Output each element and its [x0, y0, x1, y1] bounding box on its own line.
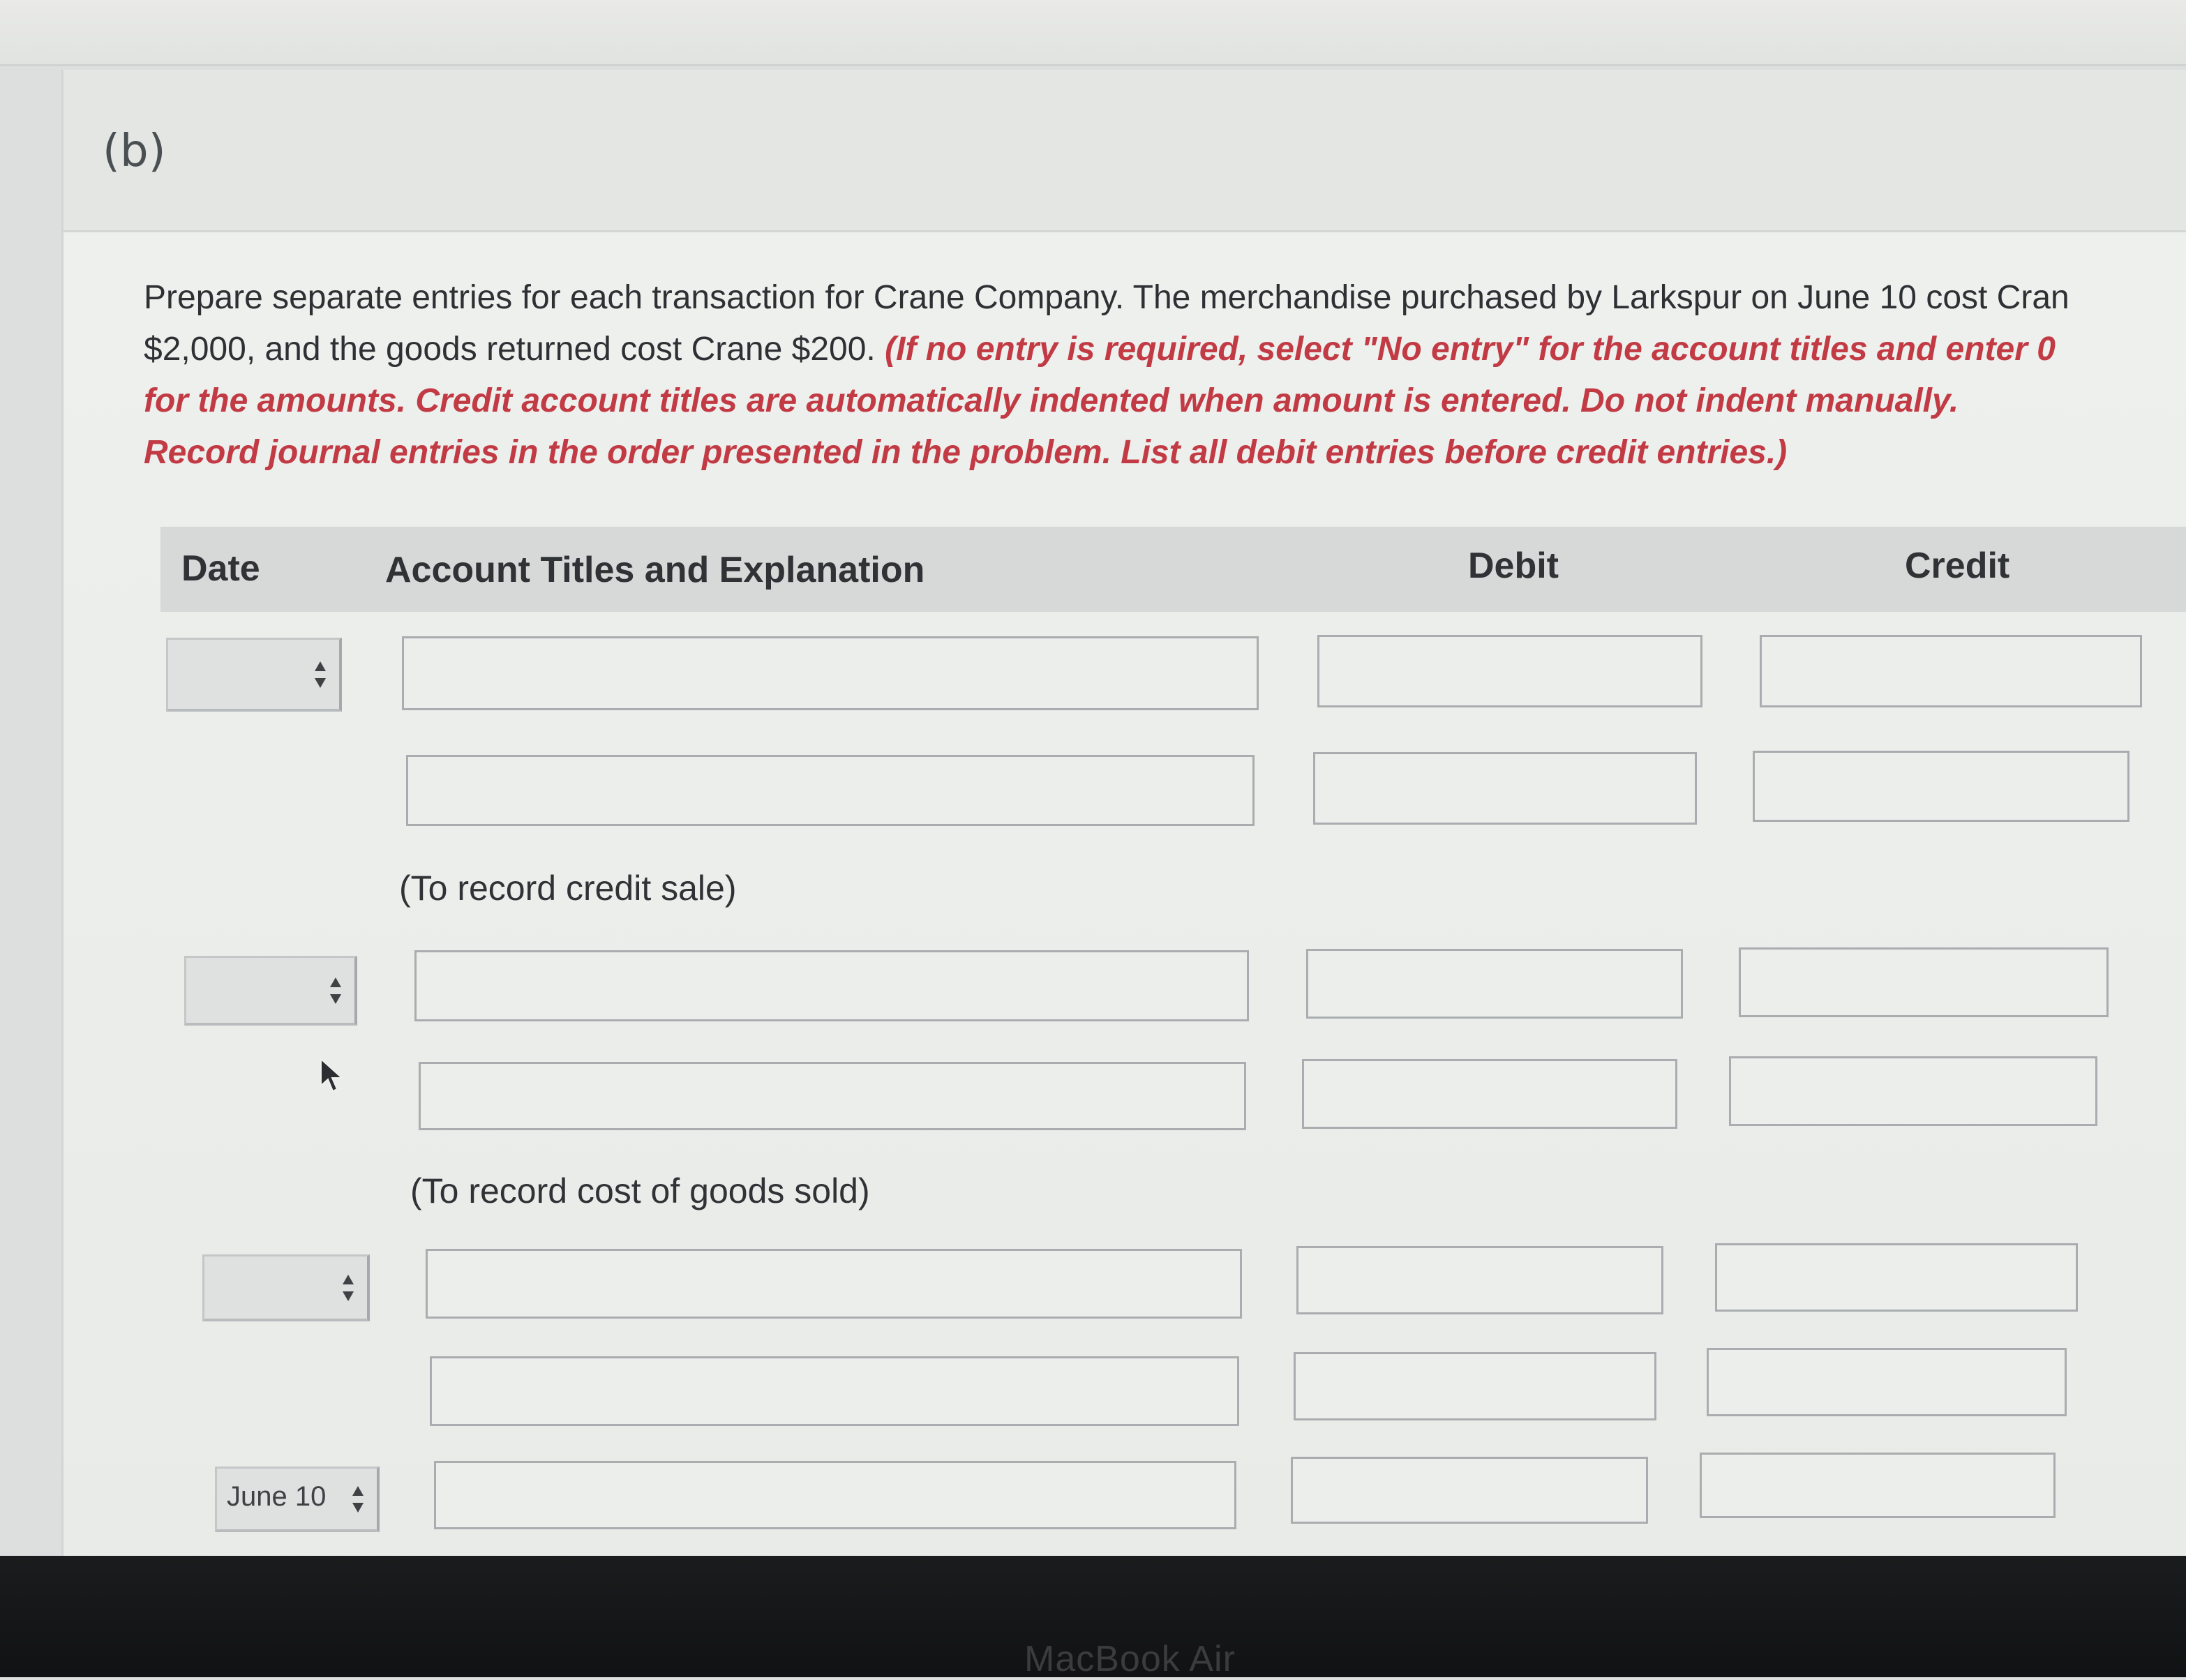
laptop-brand-label: MacBook Air [1024, 1639, 1236, 1679]
instruction-note-line-3: for the amounts. Credit account titles a… [144, 382, 1959, 419]
up-down-arrows-icon [352, 1485, 364, 1513]
date-select-entry-1[interactable] [166, 638, 342, 712]
credit-field-2a[interactable] [1739, 947, 2109, 1017]
memo-entry-1: (To record credit sale) [399, 869, 737, 908]
instruction-line-1: Prepare separate entries for each transa… [144, 279, 2069, 316]
account-title-field-3b[interactable] [430, 1356, 1239, 1426]
debit-field-3b[interactable] [1294, 1352, 1656, 1420]
debit-field-3a[interactable] [1296, 1246, 1663, 1314]
mouse-pointer-icon [320, 1058, 344, 1093]
date-select-entry-2[interactable] [184, 956, 357, 1026]
browser-top-strip [0, 0, 2186, 66]
debit-field-2a[interactable] [1306, 949, 1683, 1019]
credit-field-3a[interactable] [1715, 1243, 2078, 1312]
account-title-field-4a[interactable] [434, 1461, 1236, 1529]
account-title-field-2a[interactable] [414, 950, 1249, 1021]
account-title-field-1b[interactable] [406, 755, 1255, 826]
date-select-entry-4[interactable]: June 10 [215, 1467, 380, 1532]
instruction-note: (If no entry is required, select "No ent… [885, 331, 2056, 368]
account-title-field-2b[interactable] [419, 1062, 1246, 1130]
debit-field-1a[interactable] [1317, 635, 1702, 707]
instructions: Prepare separate entries for each transa… [144, 272, 2186, 479]
up-down-arrows-icon [315, 661, 326, 688]
credit-field-2b[interactable] [1729, 1056, 2097, 1126]
date-select-entry-3[interactable] [202, 1254, 370, 1321]
instruction-note-line-4: Record journal entries in the order pres… [144, 434, 1788, 471]
header-credit: Credit [1905, 546, 2010, 586]
credit-field-1a[interactable] [1760, 635, 2142, 707]
laptop-bezel: MacBook Air [0, 1556, 2186, 1679]
journal-table-header: Date Account Titles and Explanation Debi… [160, 527, 2186, 612]
memo-entry-2: (To record cost of goods sold) [410, 1171, 870, 1210]
date-select-value: June 10 [227, 1481, 327, 1512]
header-account-titles: Account Titles and Explanation [385, 550, 925, 590]
up-down-arrows-icon [330, 977, 341, 1004]
debit-field-1b[interactable] [1313, 752, 1697, 825]
instruction-line-2: $2,000, and the goods returned cost Cran… [144, 324, 2186, 375]
debit-field-4a[interactable] [1291, 1457, 1648, 1524]
credit-field-4a[interactable] [1700, 1453, 2056, 1518]
credit-field-3b[interactable] [1707, 1348, 2067, 1416]
up-down-arrows-icon [343, 1274, 354, 1301]
debit-field-2b[interactable] [1302, 1059, 1677, 1129]
account-title-field-3a[interactable] [426, 1249, 1242, 1319]
section-header: (b) [63, 70, 2186, 232]
credit-field-1b[interactable] [1753, 751, 2129, 822]
instruction-text: $2,000, and the goods returned cost Cran… [144, 331, 885, 368]
header-date: Date [181, 548, 260, 589]
section-label: (b) [103, 126, 166, 177]
account-title-field-1a[interactable] [402, 636, 1259, 710]
header-debit: Debit [1468, 546, 1559, 586]
